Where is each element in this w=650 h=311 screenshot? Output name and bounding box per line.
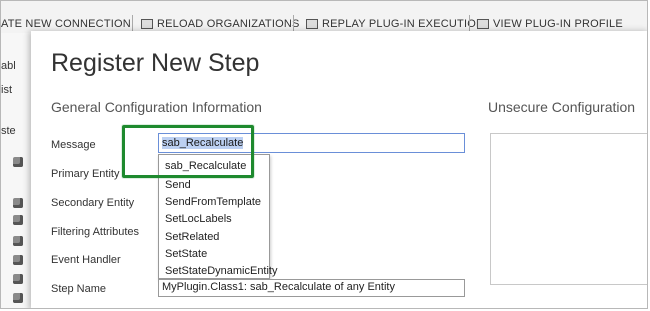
filtering-attributes-label: Filtering Attributes [51, 226, 140, 238]
unsecure-config-heading: Unsecure Configuration [488, 99, 636, 115]
assembly-icon [13, 255, 23, 265]
assembly-icon [13, 215, 23, 225]
profile-icon [477, 19, 489, 29]
dropdown-item[interactable]: SetLocLabels [165, 213, 232, 225]
primary-entity-label: Primary Entity [51, 168, 120, 180]
dropdown-item[interactable]: Send [165, 179, 191, 191]
unsecure-config-textarea[interactable] [490, 133, 647, 285]
dropdown-item[interactable]: SetStateDynamicEntity [165, 265, 278, 277]
reload-icon [141, 19, 153, 29]
replay-icon [306, 19, 318, 29]
replay-label: REPLAY PLUG-IN EXECUTION [322, 18, 485, 30]
general-config-heading: General Configuration Information [51, 99, 262, 115]
new-connection-label: ATE NEW CONNECTION [1, 18, 131, 30]
new-connection-button[interactable]: ATE NEW CONNECTION [1, 18, 131, 30]
highlight-box [122, 125, 254, 178]
tree-fragment: ste [1, 125, 16, 137]
assembly-icon [13, 198, 23, 208]
toolbar-separator [132, 15, 133, 31]
reload-label: RELOAD ORGANIZATIONS [157, 18, 300, 30]
dropdown-item[interactable]: SendFromTemplate [165, 196, 261, 208]
profile-label: VIEW PLUG-IN PROFILE [493, 18, 623, 30]
background-tree: abl ist ste [1, 33, 31, 308]
message-label: Message [51, 139, 96, 151]
step-name-input[interactable]: MyPlugin.Class1: sab_Recalculate of any … [158, 279, 465, 297]
step-name-label: Step Name [51, 283, 107, 295]
reload-organizations-button[interactable]: RELOAD ORGANIZATIONS [141, 18, 300, 30]
dropdown-item[interactable]: SetState [165, 248, 207, 260]
assembly-icon [13, 274, 23, 284]
assembly-icon [13, 157, 23, 167]
background-toolbar: ATE NEW CONNECTION RELOAD ORGANIZATIONS … [1, 1, 647, 34]
dialog-title: Register New Step [51, 49, 260, 77]
tree-fragment: abl [1, 60, 16, 72]
replay-plugin-button[interactable]: REPLAY PLUG-IN EXECUTION [306, 18, 484, 30]
dropdown-item[interactable]: SetRelated [165, 231, 219, 243]
tree-fragment: ist [1, 84, 12, 96]
view-plugin-profile-button[interactable]: VIEW PLUG-IN PROFILE [477, 18, 623, 30]
screenshot-frame: ATE NEW CONNECTION RELOAD ORGANIZATIONS … [0, 0, 648, 309]
secondary-entity-label: Secondary Entity [51, 197, 135, 209]
assembly-icon [13, 236, 23, 246]
event-handler-label: Event Handler [51, 254, 121, 266]
assembly-icon [13, 293, 23, 303]
step-name-value: MyPlugin.Class1: sab_Recalculate of any … [162, 281, 395, 293]
toolbar-separator [469, 15, 470, 31]
toolbar-separator [293, 15, 294, 31]
